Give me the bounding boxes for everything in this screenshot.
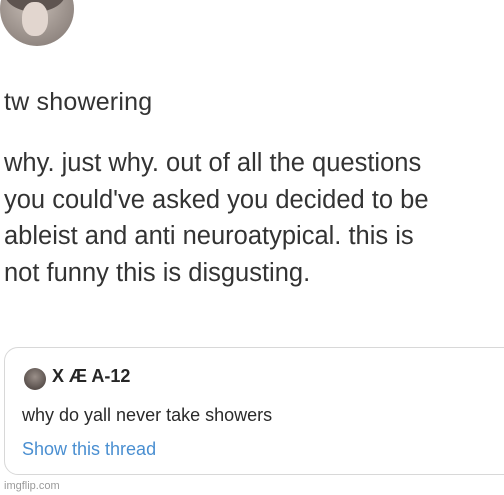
quoted-author-avatar	[24, 368, 46, 390]
tweet-line: not funny this is disgusting.	[4, 258, 311, 287]
quoted-tweet-card[interactable]: X Æ A-12 why do yall never take showers …	[4, 347, 504, 475]
author-avatar[interactable]	[0, 0, 74, 46]
quoted-tweet-text: why do yall never take showers	[22, 405, 273, 425]
imgflip-watermark: imgflip.com	[4, 480, 60, 492]
quoted-author-name: X Æ A-12	[52, 366, 131, 386]
tweet-line: why. just why. out of all the questions	[4, 149, 422, 177]
trigger-warning-text: tw showering	[4, 88, 153, 116]
show-thread-link[interactable]: Show this thread	[22, 439, 156, 460]
tweet-line: you could've asked you decided to be	[4, 185, 429, 214]
avatar-face-shape	[22, 2, 48, 36]
tweet-body: why. just why. out of all the questions …	[4, 145, 502, 291]
tweet-line: ableist and anti neuroatypical. this is	[4, 222, 414, 250]
